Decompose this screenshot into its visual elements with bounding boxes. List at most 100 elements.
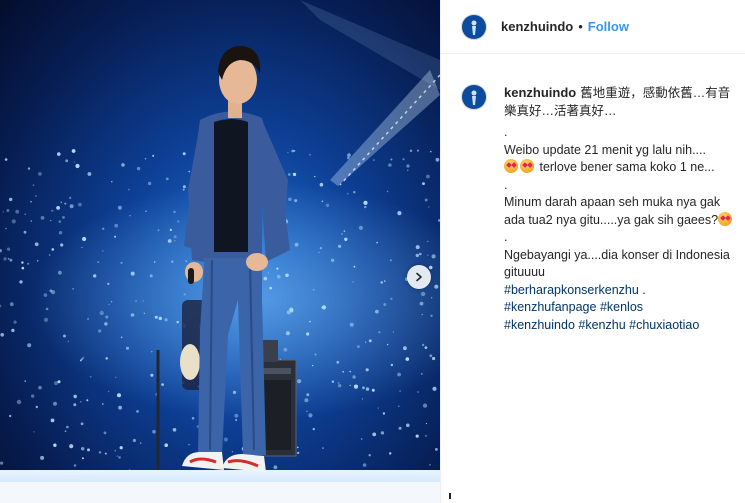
crowd-light <box>420 373 423 375</box>
crowd-light <box>149 274 153 278</box>
hashtag-link[interactable]: #kenzhuindo <box>504 318 575 332</box>
crowd-light <box>419 252 422 256</box>
crowd-light <box>103 431 107 435</box>
caption-first-line: kenzhuindo 舊地重遊，感動依舊…有音樂真好…活著真好… <box>504 84 736 120</box>
crowd-light <box>427 240 429 243</box>
crowd-light <box>405 357 410 361</box>
post-photo[interactable] <box>0 0 440 503</box>
crowd-light <box>32 184 35 187</box>
crowd-light <box>377 407 379 409</box>
crowd-light <box>352 281 354 283</box>
crowd-light <box>132 438 136 443</box>
crowd-light <box>150 373 154 377</box>
crowd-light <box>306 393 310 397</box>
crowd-light <box>51 248 55 251</box>
crowd-light <box>390 158 393 161</box>
crowd-light <box>108 303 110 306</box>
crowd-light <box>104 452 107 455</box>
crowd-light <box>263 276 268 281</box>
crowd-light <box>349 384 351 387</box>
crowd-light <box>341 233 343 235</box>
crowd-light <box>152 429 156 434</box>
crowd-light <box>362 386 365 390</box>
crowd-light <box>120 336 123 339</box>
crowd-light <box>434 284 439 289</box>
crowd-light <box>309 153 311 156</box>
crowd-light <box>81 457 84 460</box>
crowd-light <box>321 200 324 203</box>
crowd-light <box>382 412 386 415</box>
crowd-light <box>360 438 363 440</box>
crowd-light <box>152 154 155 157</box>
crowd-light <box>276 267 279 270</box>
hashtag-link[interactable]: #kenzhufanpage <box>504 300 596 314</box>
crowd-light <box>5 227 7 230</box>
avatar[interactable] <box>461 13 487 40</box>
caption-username[interactable]: kenzhuindo <box>504 85 576 100</box>
crowd-light <box>87 448 90 452</box>
crowd-light <box>50 418 55 423</box>
crowd-light <box>365 387 370 391</box>
crowd-light <box>165 177 169 181</box>
heart-eyes-emoji-icon <box>520 159 534 173</box>
hashtag-link[interactable]: #kenlos <box>600 300 643 314</box>
follow-button[interactable]: Follow <box>588 19 629 34</box>
caption-avatar[interactable] <box>461 84 487 110</box>
crowd-light <box>362 463 367 467</box>
crowd-light <box>378 331 381 334</box>
crowd-light <box>287 173 291 176</box>
next-image-button[interactable] <box>407 265 431 289</box>
crowd-light <box>27 167 31 170</box>
crowd-light <box>383 303 387 306</box>
crowd-light <box>363 200 368 205</box>
hashtag-link[interactable]: #kenzhu <box>578 318 625 332</box>
crowd-light <box>312 288 315 291</box>
crowd-light <box>81 447 85 451</box>
crowd-light <box>69 444 74 449</box>
crowd-light <box>114 235 117 238</box>
crowd-light <box>114 223 118 228</box>
crowd-light <box>174 240 176 242</box>
crowd-light <box>349 322 354 327</box>
crowd-light <box>65 159 69 163</box>
crowd-light <box>422 343 425 346</box>
crowd-light <box>21 266 25 270</box>
crowd-light <box>232 390 237 394</box>
crowd-light <box>67 340 70 343</box>
crowd-light <box>82 236 87 242</box>
crowd-light <box>116 455 118 457</box>
text-cursor <box>449 493 451 499</box>
crowd-light <box>38 172 42 176</box>
crowd-light <box>136 410 139 413</box>
crowd-light <box>0 249 2 253</box>
caption-line-3-text: terlove bener sama koko 1 ne... <box>536 160 715 174</box>
crowd-light <box>80 422 84 426</box>
crowd-light <box>368 454 371 457</box>
crowd-light <box>430 314 433 317</box>
crowd-light <box>143 312 145 314</box>
crowd-light <box>119 446 123 450</box>
crowd-light <box>417 391 419 393</box>
crowd-light <box>56 206 60 210</box>
crowd-light <box>392 331 395 333</box>
crowd-light <box>398 405 400 407</box>
post-author-username[interactable]: kenzhuindo <box>501 19 573 34</box>
crowd-light <box>66 425 69 429</box>
crowd-light <box>353 384 359 389</box>
hashtag-link[interactable]: #chuxiaotiao <box>629 318 699 332</box>
crowd-light <box>142 300 144 302</box>
crowd-light <box>344 237 348 241</box>
crowd-light <box>426 174 430 179</box>
crowd-light <box>89 375 92 378</box>
crowd-light <box>9 302 14 307</box>
crowd-light <box>98 451 102 454</box>
hashtag-link[interactable]: #berharapkonserkenzhu <box>504 283 639 297</box>
crowd-light <box>110 301 113 303</box>
crowd-light <box>107 282 110 285</box>
crowd-light <box>422 403 428 408</box>
crowd-light <box>87 172 92 176</box>
crowd-light <box>292 172 297 177</box>
crowd-light <box>117 393 121 398</box>
crowd-light <box>33 431 35 433</box>
crowd-light <box>145 210 147 212</box>
